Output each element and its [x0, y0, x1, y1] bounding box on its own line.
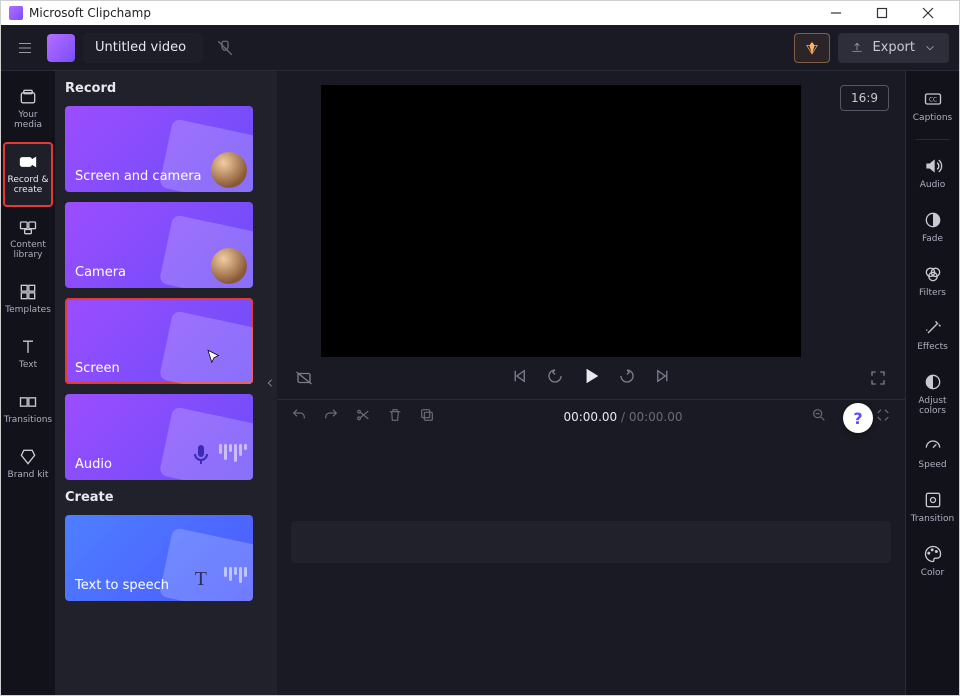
prop-label: Filters [919, 288, 946, 298]
card-screen-and-camera[interactable]: Screen and camera [65, 106, 253, 192]
collapse-panel-button[interactable] [263, 71, 277, 695]
prop-label: Fade [922, 234, 943, 244]
prop-label: Audio [920, 180, 946, 190]
play-button[interactable] [582, 367, 600, 389]
waveform-icon [219, 444, 247, 462]
left-nav-rail: Your media Record & create Content libra… [1, 71, 55, 695]
zoom-out-button[interactable] [811, 407, 827, 426]
nav-your-media[interactable]: Your media [3, 77, 53, 142]
card-label: Audio [75, 457, 112, 472]
help-label: ? [853, 409, 862, 428]
card-label: Camera [75, 265, 126, 280]
prop-captions[interactable]: CC Captions [908, 81, 958, 135]
nav-record-create[interactable]: Record & create [3, 142, 53, 207]
project-title-text: Untitled video [95, 40, 186, 55]
nav-label: Transitions [4, 415, 52, 425]
right-property-rail: CC Captions Audio Fade Filters Effects [905, 71, 959, 695]
export-button[interactable]: Export [838, 33, 949, 63]
nav-templates[interactable]: Templates [3, 272, 53, 327]
total-duration: 00:00.00 [629, 410, 683, 424]
prop-transition[interactable]: Transition [908, 482, 958, 536]
no-audio-icon [211, 34, 239, 62]
timeline-toolbar: 00:00.00 / 00:00.00 [277, 399, 905, 433]
aspect-ratio-label: 16:9 [851, 91, 878, 105]
prop-effects[interactable]: Effects [908, 310, 958, 364]
prop-label: Adjust colors [910, 396, 956, 416]
menu-button[interactable] [11, 34, 39, 62]
split-button[interactable] [355, 407, 371, 426]
skip-forward-button[interactable] [618, 367, 636, 389]
nav-label: Your media [7, 110, 49, 130]
skip-start-button[interactable] [510, 367, 528, 389]
avatar-icon [211, 152, 247, 188]
cursor-icon [205, 348, 223, 370]
prop-label: Transition [911, 514, 955, 524]
redo-button[interactable] [323, 407, 339, 426]
record-panel: Record Screen and camera Camera Screen [55, 71, 263, 695]
nav-label: Templates [5, 305, 51, 315]
timeline-area[interactable] [277, 433, 905, 695]
prop-label: Speed [918, 460, 946, 470]
card-text-to-speech[interactable]: T Text to speech [65, 515, 253, 601]
app-topbar: Untitled video Export [1, 25, 959, 71]
aspect-ratio-button[interactable]: 16:9 [840, 85, 889, 111]
premium-button[interactable] [794, 33, 830, 63]
prop-color[interactable]: Color [908, 536, 958, 590]
nav-label: Record & create [7, 175, 49, 195]
skip-back-button[interactable] [546, 367, 564, 389]
help-button[interactable]: ? [843, 403, 873, 433]
window-titlebar: Microsoft Clipchamp [1, 1, 959, 25]
timeline-track[interactable] [291, 521, 891, 563]
prop-label: Captions [913, 113, 952, 123]
project-title-input[interactable]: Untitled video [83, 33, 203, 63]
nav-label: Brand kit [8, 470, 49, 480]
nav-content-library[interactable]: Content library [3, 207, 53, 272]
card-screen[interactable]: Screen [65, 298, 253, 384]
app-icon [9, 6, 23, 20]
fullscreen-button[interactable] [869, 369, 887, 391]
microphone-icon [189, 442, 213, 470]
card-audio[interactable]: Audio [65, 394, 253, 480]
card-label: Text to speech [75, 578, 169, 593]
avatar-icon [211, 248, 247, 284]
waveform-icon [224, 567, 247, 583]
duplicate-button[interactable] [419, 407, 435, 426]
window-title: Microsoft Clipchamp [29, 6, 151, 20]
time-readout: 00:00.00 / 00:00.00 [451, 410, 795, 424]
remove-watermark-icon[interactable] [295, 369, 313, 391]
card-camera[interactable]: Camera [65, 202, 253, 288]
skip-end-button[interactable] [654, 367, 672, 389]
prop-filters[interactable]: Filters [908, 256, 958, 310]
prop-audio[interactable]: Audio [908, 148, 958, 202]
window-maximize-button[interactable] [859, 1, 905, 25]
prop-adjust-colors[interactable]: Adjust colors [908, 364, 958, 428]
delete-button[interactable] [387, 407, 403, 426]
card-label: Screen [75, 361, 120, 376]
nav-label: Text [19, 360, 37, 370]
playback-controls [277, 357, 905, 399]
undo-button[interactable] [291, 407, 307, 426]
nav-label: Content library [7, 240, 49, 260]
svg-text:CC: CC [928, 98, 936, 104]
panel-section-record: Record [65, 81, 253, 96]
export-label: Export [872, 40, 915, 55]
clipchamp-logo [47, 34, 75, 62]
text-icon: T [195, 568, 207, 591]
window-minimize-button[interactable] [813, 1, 859, 25]
prop-speed[interactable]: Speed [908, 428, 958, 482]
prop-label: Color [921, 568, 945, 578]
preview-stage[interactable] [321, 85, 801, 357]
nav-brand-kit[interactable]: Brand kit [3, 437, 53, 492]
current-time: 00:00.00 [563, 410, 617, 424]
window-close-button[interactable] [905, 1, 951, 25]
panel-section-create: Create [65, 490, 253, 505]
nav-transitions[interactable]: Transitions [3, 382, 53, 437]
fit-zoom-button[interactable] [875, 407, 891, 426]
prop-label: Effects [917, 342, 948, 352]
nav-text[interactable]: Text [3, 327, 53, 382]
prop-fade[interactable]: Fade [908, 202, 958, 256]
